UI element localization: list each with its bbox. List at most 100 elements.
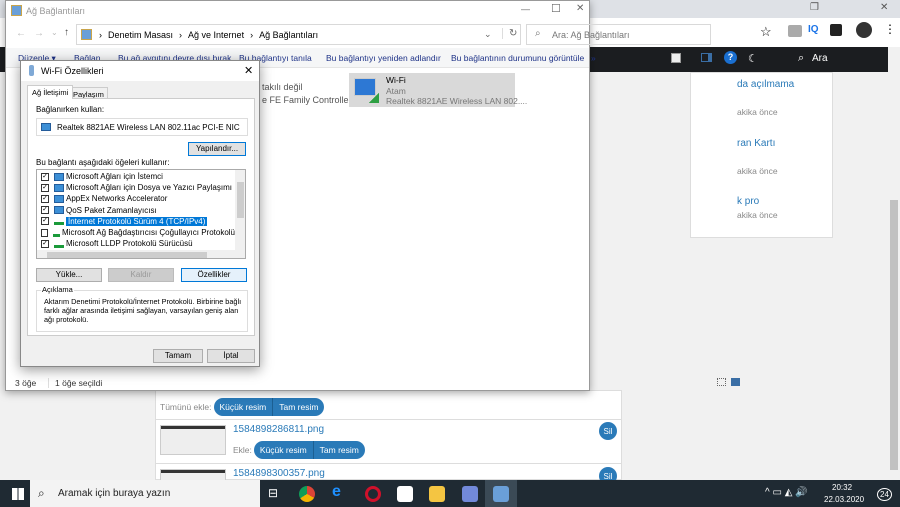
component-item[interactable]: ✓ AppEx Networks Accelerator: [37, 193, 235, 204]
profile-avatar[interactable]: [856, 22, 872, 38]
back-icon[interactable]: ←: [16, 28, 26, 39]
view-status-button[interactable]: Bu bağlantının durumunu görüntüle: [451, 53, 584, 63]
component-item[interactable]: ✓ Microsoft LLDP Protokolü Sürücüsü: [37, 238, 235, 249]
component-checkbox[interactable]: ✓: [41, 217, 49, 226]
add-all-full-button[interactable]: Tam resim: [272, 398, 324, 416]
install-button[interactable]: Yükle...: [36, 268, 102, 282]
store-icon[interactable]: [397, 486, 413, 502]
dialog-close-button[interactable]: ✕: [244, 64, 253, 77]
clock-time[interactable]: 20:32: [832, 483, 852, 492]
component-checkbox[interactable]: ✓: [41, 194, 49, 203]
notification-count[interactable]: 24: [877, 488, 892, 501]
dialog-title-bar[interactable]: Wi-Fi Özellikleri ✕: [21, 61, 259, 81]
taskbar-search-placeholder: Aramak için buraya yazın: [58, 488, 171, 499]
signal-icon: [369, 93, 379, 103]
browser-restore-icon[interactable]: ❐: [810, 2, 819, 13]
refresh-icon[interactable]: ↻: [502, 28, 517, 39]
preview-pane-icon[interactable]: [701, 53, 712, 62]
title-bar[interactable]: Ağ Bağlantıları — ☐ ✕: [6, 1, 589, 21]
divider: [156, 463, 621, 464]
close-button[interactable]: ✕: [576, 3, 584, 14]
search-box[interactable]: ⌕ Ara: Ağ Bağlantıları: [526, 24, 711, 45]
component-checkbox[interactable]: ✓: [41, 172, 49, 181]
chrome-icon[interactable]: [299, 486, 315, 502]
ok-button[interactable]: Tamam: [153, 349, 203, 363]
more-commands-button[interactable]: »: [591, 53, 596, 63]
menu-icon[interactable]: ⋮: [884, 22, 896, 36]
cancel-button[interactable]: İptal: [207, 349, 255, 363]
opera-icon[interactable]: [365, 486, 381, 502]
ethernet-item[interactable]: takılı değil e FE Family Controller: [262, 81, 352, 107]
add-full-button[interactable]: Tam resim: [312, 441, 365, 459]
component-checkbox[interactable]: [41, 228, 48, 237]
breadcrumb-item[interactable]: Ağ ve Internet: [188, 30, 244, 40]
list-vscrollbar[interactable]: [235, 170, 245, 250]
components-list[interactable]: ✓ Microsoft Ağları için İstemci ✓ Microsoft…: [36, 169, 246, 259]
component-label: İnternet Protokolü Sürüm 4 (TCP/IPv4): [66, 216, 208, 226]
large-icons-view-icon[interactable]: [731, 378, 740, 386]
file-name[interactable]: 1584898300357.png: [233, 468, 325, 479]
topic-link[interactable]: k pro: [737, 196, 759, 207]
tab-panel: Bağlanırken kullan: Realtek 8821AE Wirel…: [27, 98, 255, 336]
discord-icon[interactable]: [462, 486, 478, 502]
maximize-button[interactable]: ☐: [551, 2, 561, 15]
extension-code-icon[interactable]: [788, 25, 802, 37]
tray-icons[interactable]: ^ ▭ ◭ 🔊: [765, 487, 808, 498]
component-checkbox[interactable]: ✓: [41, 183, 49, 192]
extension-iq-icon[interactable]: IQ: [808, 24, 819, 35]
breadcrumb-item[interactable]: Denetim Masası: [108, 30, 173, 40]
site-search-label[interactable]: Ara: [812, 53, 828, 64]
component-checkbox[interactable]: ✓: [41, 206, 49, 215]
wifi-item[interactable]: Wi-Fi Atam Realtek 8821AE Wireless LAN 8…: [349, 73, 527, 107]
component-item[interactable]: ✓ Microsoft Ağları için İstemci: [37, 171, 235, 182]
topic-link[interactable]: da açılmama: [737, 79, 794, 90]
up-icon[interactable]: ↑: [64, 27, 69, 38]
add-small-button[interactable]: Küçük resim: [254, 441, 313, 459]
tab-networking[interactable]: Ağ İletişimi: [27, 85, 74, 99]
description-label: Açıklama: [41, 285, 74, 294]
details-view-icon[interactable]: [717, 378, 726, 386]
scrollbar-thumb[interactable]: [890, 200, 898, 470]
file-name[interactable]: 1584898286811.png: [233, 424, 324, 435]
task-view-icon[interactable]: ⊟: [268, 486, 278, 500]
dialog-title: Wi-Fi Özellikleri: [41, 66, 104, 76]
component-item[interactable]: ✓ QoS Paket Zamanlayıcısı: [37, 205, 235, 216]
edge-icon[interactable]: e: [332, 483, 348, 500]
add-all-small-button[interactable]: Küçük resim: [214, 398, 273, 416]
component-item[interactable]: ✓ İnternet Protokolü Sürüm 4 (TCP/IPv4): [37, 216, 235, 227]
component-checkbox[interactable]: ✓: [41, 239, 49, 248]
browser-close-icon[interactable]: ✕: [880, 2, 888, 13]
topic-link[interactable]: ran Kartı: [737, 138, 775, 149]
breadcrumb-item[interactable]: Ağ Bağlantıları: [259, 30, 318, 40]
address-dropdown-icon[interactable]: ⌄: [484, 29, 492, 40]
status-bar: 3 öğe 1 öğe seçildi: [6, 373, 740, 391]
address-bar[interactable]: › Denetim Masası › Ağ ve Internet › Ağ Bağl…: [76, 24, 521, 45]
adapter-field: Realtek 8821AE Wireless LAN 802.11ac PCI…: [36, 118, 248, 136]
delete-button[interactable]: Sil: [599, 422, 617, 440]
bookmark-star-icon[interactable]: ☆: [760, 24, 772, 40]
component-item[interactable]: ✓ Microsoft Ağları için Dosya ve Yazıcı P…: [37, 182, 235, 193]
component-item[interactable]: Microsoft Ağ Bağdaştırıcısı Çoğullayıcı …: [37, 227, 235, 238]
taskbar: ⌕ Aramak için buraya yazın ⊟ e ^ ▭ ◭ 🔊 2…: [0, 480, 900, 507]
selection-count: 1 öğe seçildi: [48, 378, 102, 388]
extension-cube-icon[interactable]: [830, 24, 842, 36]
forward-icon[interactable]: →: [34, 28, 44, 39]
configure-button[interactable]: Yapılandır...: [188, 142, 246, 156]
rename-button[interactable]: Bu bağlantıyı yeniden adlandır: [326, 53, 441, 63]
network-connections-taskbar-button[interactable]: [485, 480, 517, 507]
windows-start-icon[interactable]: [12, 488, 24, 500]
search-icon[interactable]: ⌕: [798, 52, 804, 65]
help-icon[interactable]: ?: [724, 51, 737, 64]
minimize-button[interactable]: —: [521, 4, 530, 14]
list-scroll-thumb[interactable]: [237, 182, 244, 218]
moon-icon[interactable]: ☾: [748, 52, 758, 65]
properties-button[interactable]: Özellikler: [181, 268, 247, 282]
list-hscrollbar[interactable]: [37, 250, 245, 258]
protocol-icon: [54, 240, 64, 248]
change-view-icon[interactable]: [671, 53, 681, 63]
file-explorer-icon[interactable]: [429, 486, 445, 502]
component-label: Microsoft Ağları için Dosya ve Yazıcı Pa…: [66, 183, 232, 193]
taskbar-search[interactable]: ⌕ Aramak için buraya yazın: [30, 480, 260, 507]
recent-chevron-icon[interactable]: ⌄: [51, 28, 58, 37]
clock-date[interactable]: 22.03.2020: [824, 495, 864, 504]
